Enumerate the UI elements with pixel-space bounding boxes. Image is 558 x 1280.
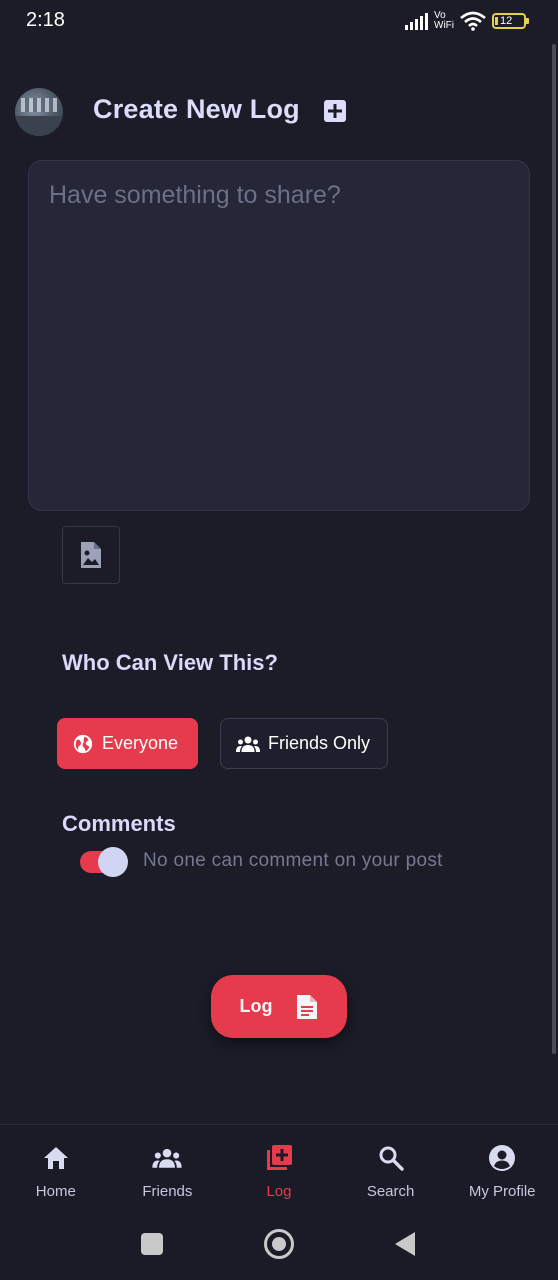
log-submit-label: Log: [239, 996, 273, 1016]
vowifi-bottom: WiFi: [434, 20, 454, 31]
nav-search[interactable]: Search: [335, 1125, 447, 1210]
comments-toggle[interactable]: [78, 847, 130, 877]
page-title: Create New Log: [93, 94, 300, 124]
nav-profile-label: My Profile: [468, 1183, 536, 1200]
nav-log[interactable]: Log: [223, 1125, 335, 1210]
signal-icon: [405, 12, 428, 30]
home-button[interactable]: [264, 1229, 294, 1259]
search-icon: [379, 1146, 404, 1171]
attach-image-button[interactable]: [62, 526, 120, 584]
recent-apps-button[interactable]: [141, 1233, 163, 1255]
nav-friends-label: Friends: [142, 1183, 193, 1200]
visibility-friends-label: Friends Only: [268, 733, 371, 753]
comments-heading: Comments: [62, 811, 176, 836]
back-button[interactable]: [395, 1232, 415, 1256]
home-icon: [43, 1147, 68, 1169]
group-icon: [152, 1148, 183, 1168]
visibility-everyone-label: Everyone: [102, 733, 179, 753]
log-submit-button[interactable]: Log: [211, 975, 347, 1038]
nav-log-label: Log: [266, 1183, 292, 1200]
status-indicators: Vo WiFi 12: [405, 9, 529, 33]
wifi-icon: [460, 11, 486, 31]
battery-level: 12: [500, 15, 513, 27]
nav-profile[interactable]: My Profile: [446, 1125, 558, 1210]
system-nav: [0, 1210, 558, 1280]
post-text-input[interactable]: [28, 160, 530, 511]
status-bar: 2:18 Vo WiFi 12: [0, 0, 558, 44]
nav-search-label: Search: [366, 1183, 415, 1200]
image-file-icon: [81, 542, 101, 568]
add-library-icon: [266, 1145, 292, 1170]
group-icon: [236, 736, 260, 752]
visibility-friends-button[interactable]: Friends Only: [220, 718, 388, 769]
avatar[interactable]: [15, 88, 63, 136]
account-circle-icon: [489, 1145, 516, 1171]
document-icon: [296, 994, 317, 1019]
visibility-everyone-button[interactable]: Everyone: [57, 718, 198, 769]
nav-home[interactable]: Home: [0, 1125, 112, 1210]
add-box-icon: [324, 100, 346, 122]
nav-friends[interactable]: Friends: [112, 1125, 224, 1210]
status-time: 2:18: [26, 9, 65, 31]
comments-toggle-label: No one can comment on your post: [143, 850, 443, 871]
toggle-knob: [98, 847, 128, 877]
battery-icon: 12: [492, 13, 529, 29]
scrollbar[interactable]: [552, 44, 556, 1054]
visibility-heading: Who Can View This?: [62, 650, 278, 675]
vowifi-indicator: Vo WiFi: [434, 11, 454, 31]
bottom-nav: Home Friends Log Search My Profile: [0, 1124, 558, 1210]
nav-home-label: Home: [35, 1183, 76, 1200]
globe-icon: [73, 734, 93, 753]
